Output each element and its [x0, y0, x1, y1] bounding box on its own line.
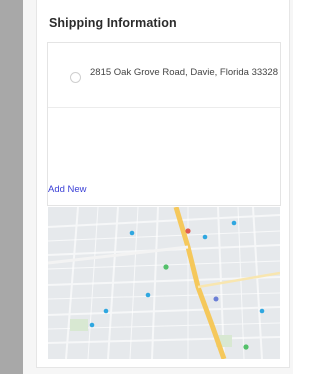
sidebar-rail: [0, 0, 23, 374]
add-new-link[interactable]: Add New: [48, 184, 87, 195]
shipping-card: Shipping Information 2815 Oak Grove Road…: [36, 0, 290, 368]
page-margin: [293, 0, 299, 374]
section-title: Shipping Information: [49, 16, 177, 30]
map-graphic: [48, 207, 280, 359]
address-list: 2815 Oak Grove Road, Davie, Florida 3332…: [47, 42, 281, 206]
address-option[interactable]: 2815 Oak Grove Road, Davie, Florida 3332…: [48, 55, 280, 108]
address-radio[interactable]: [70, 72, 81, 83]
map-view[interactable]: [48, 207, 280, 359]
address-text: 2815 Oak Grove Road, Davie, Florida 3332…: [90, 67, 278, 78]
